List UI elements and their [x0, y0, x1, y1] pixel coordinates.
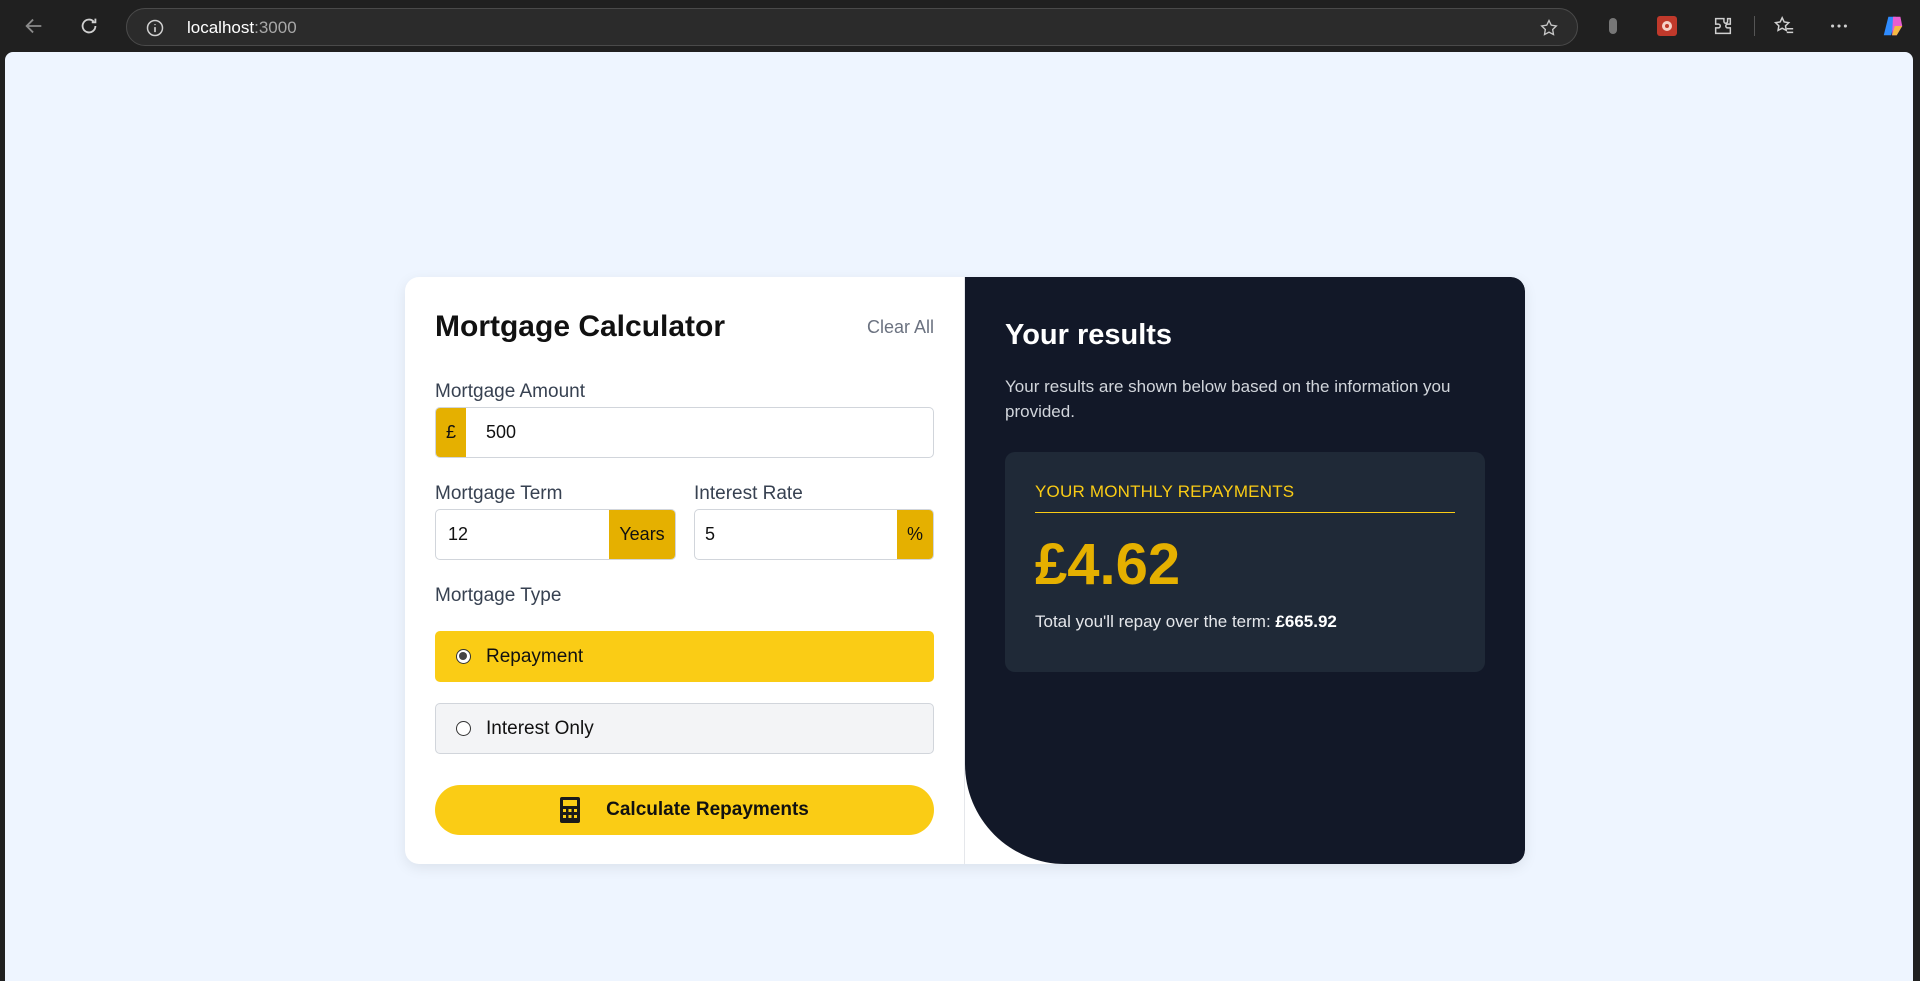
results-box: YOUR MONTHLY REPAYMENTS £4.62 Total you'…	[1005, 452, 1485, 672]
rate-field: %	[694, 509, 934, 560]
address-bar[interactable]: localhost:3000	[126, 8, 1578, 46]
amount-input[interactable]	[486, 408, 916, 457]
term-suffix: Years	[609, 510, 675, 559]
url-host: localhost	[187, 18, 255, 37]
rate-suffix: %	[897, 510, 933, 559]
toolbar-separator	[1754, 16, 1755, 36]
calculator-icon	[560, 797, 581, 823]
monthly-repayments-value: £4.62	[1035, 532, 1181, 597]
total-repay-value: £665.92	[1275, 612, 1337, 631]
results-title: Your results	[1005, 319, 1173, 351]
star-icon[interactable]	[1539, 18, 1559, 38]
refresh-button[interactable]	[73, 10, 105, 42]
favorites-icon[interactable]	[1772, 14, 1796, 38]
rate-label: Interest Rate	[694, 483, 803, 504]
radio-repayment-label: Repayment	[486, 645, 584, 667]
rate-input[interactable]	[705, 510, 885, 559]
info-icon[interactable]	[145, 18, 165, 38]
monthly-repayments-label: YOUR MONTHLY REPAYMENTS	[1035, 482, 1455, 513]
refresh-icon	[81, 18, 97, 34]
radio-button-checked[interactable]	[456, 649, 471, 664]
term-input[interactable]	[448, 510, 598, 559]
page-title: Mortgage Calculator	[435, 310, 726, 343]
total-repay-text: Total you'll repay over the term: £665.9…	[1035, 612, 1455, 632]
amount-label: Mortgage Amount	[435, 381, 585, 402]
profile-icon[interactable]	[1601, 14, 1625, 38]
radio-button-unchecked[interactable]	[456, 721, 471, 736]
more-icon[interactable]	[1827, 14, 1851, 38]
currency-prefix: £	[436, 408, 466, 457]
browser-toolbar: localhost:3000	[0, 0, 1920, 52]
copilot-icon[interactable]	[1881, 14, 1905, 38]
extension-game-icon[interactable]	[1655, 14, 1679, 38]
back-button[interactable]	[18, 10, 50, 42]
back-arrow-icon	[25, 18, 42, 34]
results-panel: Your results Your results are shown belo…	[965, 277, 1525, 864]
type-label: Mortgage Type	[435, 585, 562, 606]
url-text[interactable]: localhost:3000	[187, 18, 297, 38]
term-field: Years	[435, 509, 676, 560]
amount-field: £	[435, 407, 934, 458]
page-viewport: Mortgage Calculator Clear All Mortgage A…	[5, 52, 1913, 981]
results-description: Your results are shown below based on th…	[1005, 377, 1451, 421]
term-label: Mortgage Term	[435, 483, 563, 504]
radio-repayment[interactable]: Repayment	[435, 631, 934, 682]
calculate-button[interactable]: Calculate Repayments	[435, 785, 934, 835]
total-repay-label: Total you'll repay over the term:	[1035, 612, 1271, 631]
clear-all-button[interactable]: Clear All	[867, 317, 934, 338]
extension-icon[interactable]	[1711, 14, 1735, 38]
calculate-button-label: Calculate Repayments	[606, 799, 809, 820]
radio-interest-only[interactable]: Interest Only	[435, 703, 934, 754]
radio-interest-only-label: Interest Only	[486, 717, 594, 739]
url-port: :3000	[254, 18, 297, 37]
calculator-form: Mortgage Calculator Clear All Mortgage A…	[405, 277, 965, 864]
calculator-card: Mortgage Calculator Clear All Mortgage A…	[405, 277, 1525, 864]
